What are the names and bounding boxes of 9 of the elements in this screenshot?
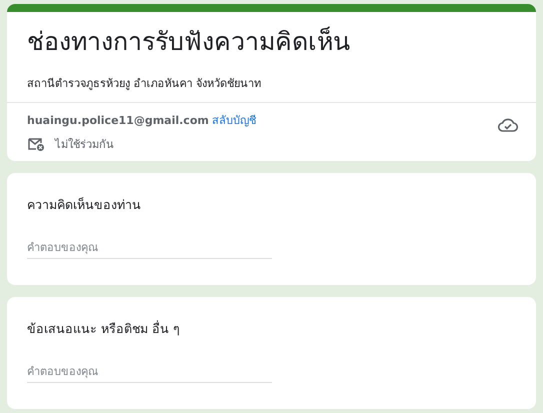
sharing-note: ไม่ใช้ร่วมกัน: [55, 137, 114, 153]
mail-icon: [27, 136, 45, 152]
account-email: huaingu.police11@gmail.com: [27, 114, 209, 127]
question-label: ข้อเสนอแนะ หรือติชม อื่น ๆ: [27, 319, 181, 338]
form-description: สถานีตำรวจภูธรห้วยงู อำเภอหันคา จังหวัดชัยนาท: [27, 76, 262, 92]
cloud-check-icon: [498, 117, 518, 133]
question-label: ความคิดเห็นของท่าน: [27, 196, 142, 214]
switch-account-link[interactable]: สลับบัญชี: [212, 114, 256, 127]
form-title: ช่องทางการรับฟังความคิดเห็น: [27, 26, 351, 58]
